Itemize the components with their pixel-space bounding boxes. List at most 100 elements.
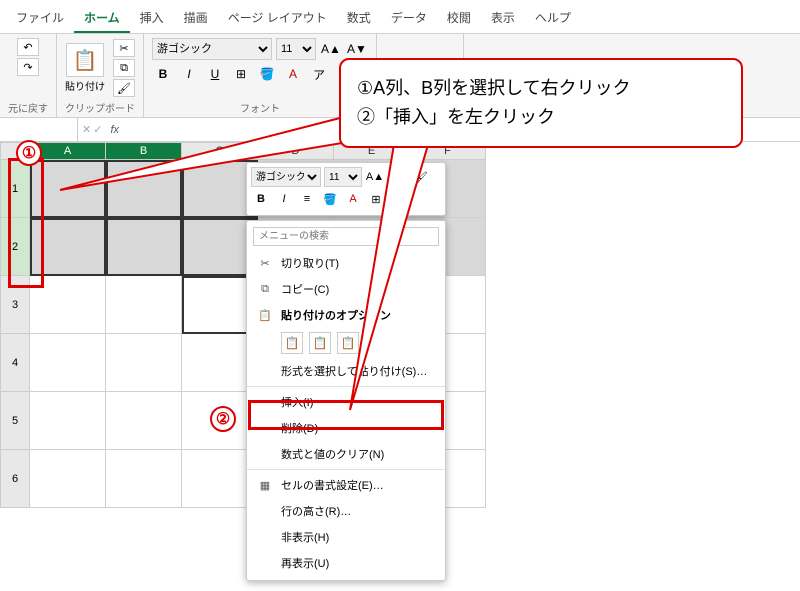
cut-button[interactable]: ✂ (113, 39, 135, 57)
cancel-formula-icon[interactable]: ✕ (82, 123, 91, 136)
menu-delete[interactable]: 削除(D) (247, 415, 445, 441)
increase-font-button[interactable]: A▲ (320, 39, 342, 59)
menu-copy[interactable]: ⧉ コピー(C) (247, 276, 445, 302)
row-header-3[interactable]: 3 (0, 276, 30, 334)
tab-draw[interactable]: 描画 (174, 4, 218, 33)
menubar: ファイル ホーム 挿入 描画 ページ レイアウト 数式 データ 校閲 表示 ヘル… (0, 0, 800, 34)
menu-clear[interactable]: 数式と値のクリア(N) (247, 441, 445, 467)
menu-format-cells[interactable]: ▦セルの書式設定(E)… (247, 472, 445, 498)
row-header-1[interactable]: 1 (0, 160, 30, 218)
mini-border[interactable]: ⊞ (366, 190, 386, 208)
mini-decrease-font[interactable]: A▼ (388, 168, 408, 186)
menu-cut[interactable]: ✂切り取り(T) (247, 250, 445, 276)
tab-data[interactable]: データ (381, 4, 437, 33)
font-size-select[interactable]: 11 (276, 38, 316, 60)
undo-button[interactable]: ↶ (17, 38, 39, 56)
col-header-B[interactable]: B (106, 142, 182, 160)
name-box[interactable] (0, 118, 78, 141)
row-header-4[interactable]: 4 (0, 334, 30, 392)
menu-insert[interactable]: 挿入(I) (247, 389, 445, 415)
cell-B2[interactable] (106, 218, 182, 276)
cell-A4[interactable] (30, 334, 106, 392)
cell-A5[interactable] (30, 392, 106, 450)
tab-help[interactable]: ヘルプ (525, 4, 581, 33)
brush-icon: 🖌 (117, 82, 131, 95)
scissors-icon: ✂ (119, 42, 128, 55)
tab-pagelayout[interactable]: ページ レイアウト (218, 4, 337, 33)
row-header-5[interactable]: 5 (0, 392, 30, 450)
clipboard-icon: 📋 (257, 309, 273, 322)
paste-option-2[interactable]: 📋 (309, 332, 331, 354)
fill-color-button[interactable]: 🪣 (256, 64, 278, 84)
fx-icon[interactable]: fx (106, 124, 123, 136)
border-button[interactable]: ⊞ (230, 64, 252, 84)
col-header-C[interactable]: C (182, 142, 258, 160)
paste-button[interactable]: 📋 (66, 43, 104, 77)
phonetic-button[interactable]: ア (308, 64, 330, 84)
mini-toolbar: 游ゴシック 11 A▲ A▼ 🖌 B I ≡ 🪣 A ⊞ % (246, 162, 446, 216)
cell-A1[interactable] (30, 160, 106, 218)
mini-font-color[interactable]: A (343, 190, 363, 208)
menu-copy-label: コピー(C) (281, 281, 329, 297)
redo-button[interactable]: ↷ (17, 58, 39, 76)
menu-paste-options-header: 📋 貼り付けのオプション (247, 302, 445, 328)
menu-paste-options-label: 貼り付けのオプション (281, 307, 391, 323)
paste-option-1[interactable]: 📋 (281, 332, 303, 354)
menu-paste-special-label: 形式を選択して貼り付け(S)… (281, 363, 427, 379)
cell-A6[interactable] (30, 450, 106, 508)
tab-review[interactable]: 校閲 (437, 4, 481, 33)
accept-formula-icon[interactable]: ✓ (93, 123, 102, 136)
cell-B3[interactable] (106, 276, 182, 334)
cell-A3[interactable] (30, 276, 106, 334)
mini-italic[interactable]: I (274, 190, 294, 208)
format-painter-button[interactable]: 🖌 (113, 79, 135, 97)
tab-home[interactable]: ホーム (74, 4, 130, 33)
copy-icon: ⧉ (257, 283, 273, 296)
menu-paste-special[interactable]: 形式を選択して貼り付け(S)… (247, 358, 445, 384)
clipboard-group-label: クリップボード (65, 100, 135, 115)
tab-file[interactable]: ファイル (6, 4, 74, 33)
cell-B6[interactable] (106, 450, 182, 508)
bold-button[interactable]: B (152, 64, 174, 84)
mini-bold[interactable]: B (251, 190, 271, 208)
font-name-select[interactable]: 游ゴシック (152, 38, 272, 60)
paste-options-row: 📋 📋 📋 (247, 328, 445, 358)
menu-unhide[interactable]: 再表示(U) (247, 550, 445, 576)
mini-fill[interactable]: 🪣 (320, 190, 340, 208)
cell-B1[interactable] (106, 160, 182, 218)
tab-view[interactable]: 表示 (481, 4, 525, 33)
menu-row-height[interactable]: 行の高さ(R)… (247, 498, 445, 524)
mini-font-name[interactable]: 游ゴシック (251, 167, 321, 187)
mini-align[interactable]: ≡ (297, 190, 317, 208)
menu-search-input[interactable] (253, 227, 439, 246)
cell-A2[interactable] (30, 218, 106, 276)
annotation-circle-2: ② (210, 406, 236, 432)
mini-format-painter[interactable]: 🖌 (411, 168, 431, 186)
font-group-label: フォント (152, 100, 368, 115)
menu-hide[interactable]: 非表示(H) (247, 524, 445, 550)
mini-increase-font[interactable]: A▲ (365, 168, 385, 186)
italic-button[interactable]: I (178, 64, 200, 84)
menu-unhide-label: 再表示(U) (281, 555, 329, 571)
mini-font-size[interactable]: 11 (324, 167, 362, 187)
menu-search (253, 227, 439, 246)
menu-clear-label: 数式と値のクリア(N) (281, 446, 384, 462)
font-color-button[interactable]: A (282, 64, 304, 84)
tab-insert[interactable]: 挿入 (130, 4, 174, 33)
row-header-6[interactable]: 6 (0, 450, 30, 508)
cell-B4[interactable] (106, 334, 182, 392)
cell-B5[interactable] (106, 392, 182, 450)
decrease-font-button[interactable]: A▼ (346, 39, 368, 59)
underline-button[interactable]: U (204, 64, 226, 84)
mini-number-format[interactable]: % (389, 190, 409, 208)
paste-option-3[interactable]: 📋 (337, 332, 359, 354)
copy-button[interactable]: ⧉ (113, 59, 135, 77)
clipboard-icon: 📋 (73, 48, 98, 73)
menu-hide-label: 非表示(H) (281, 529, 329, 545)
col-header-D[interactable]: D (258, 142, 334, 160)
menu-delete-label: 削除(D) (281, 420, 318, 436)
tab-formulas[interactable]: 数式 (337, 4, 381, 33)
menu-insert-label: 挿入(I) (281, 394, 313, 410)
row-header-2[interactable]: 2 (0, 218, 30, 276)
ribbon-group-undo: ↶ ↷ 元に戻す (0, 34, 57, 117)
